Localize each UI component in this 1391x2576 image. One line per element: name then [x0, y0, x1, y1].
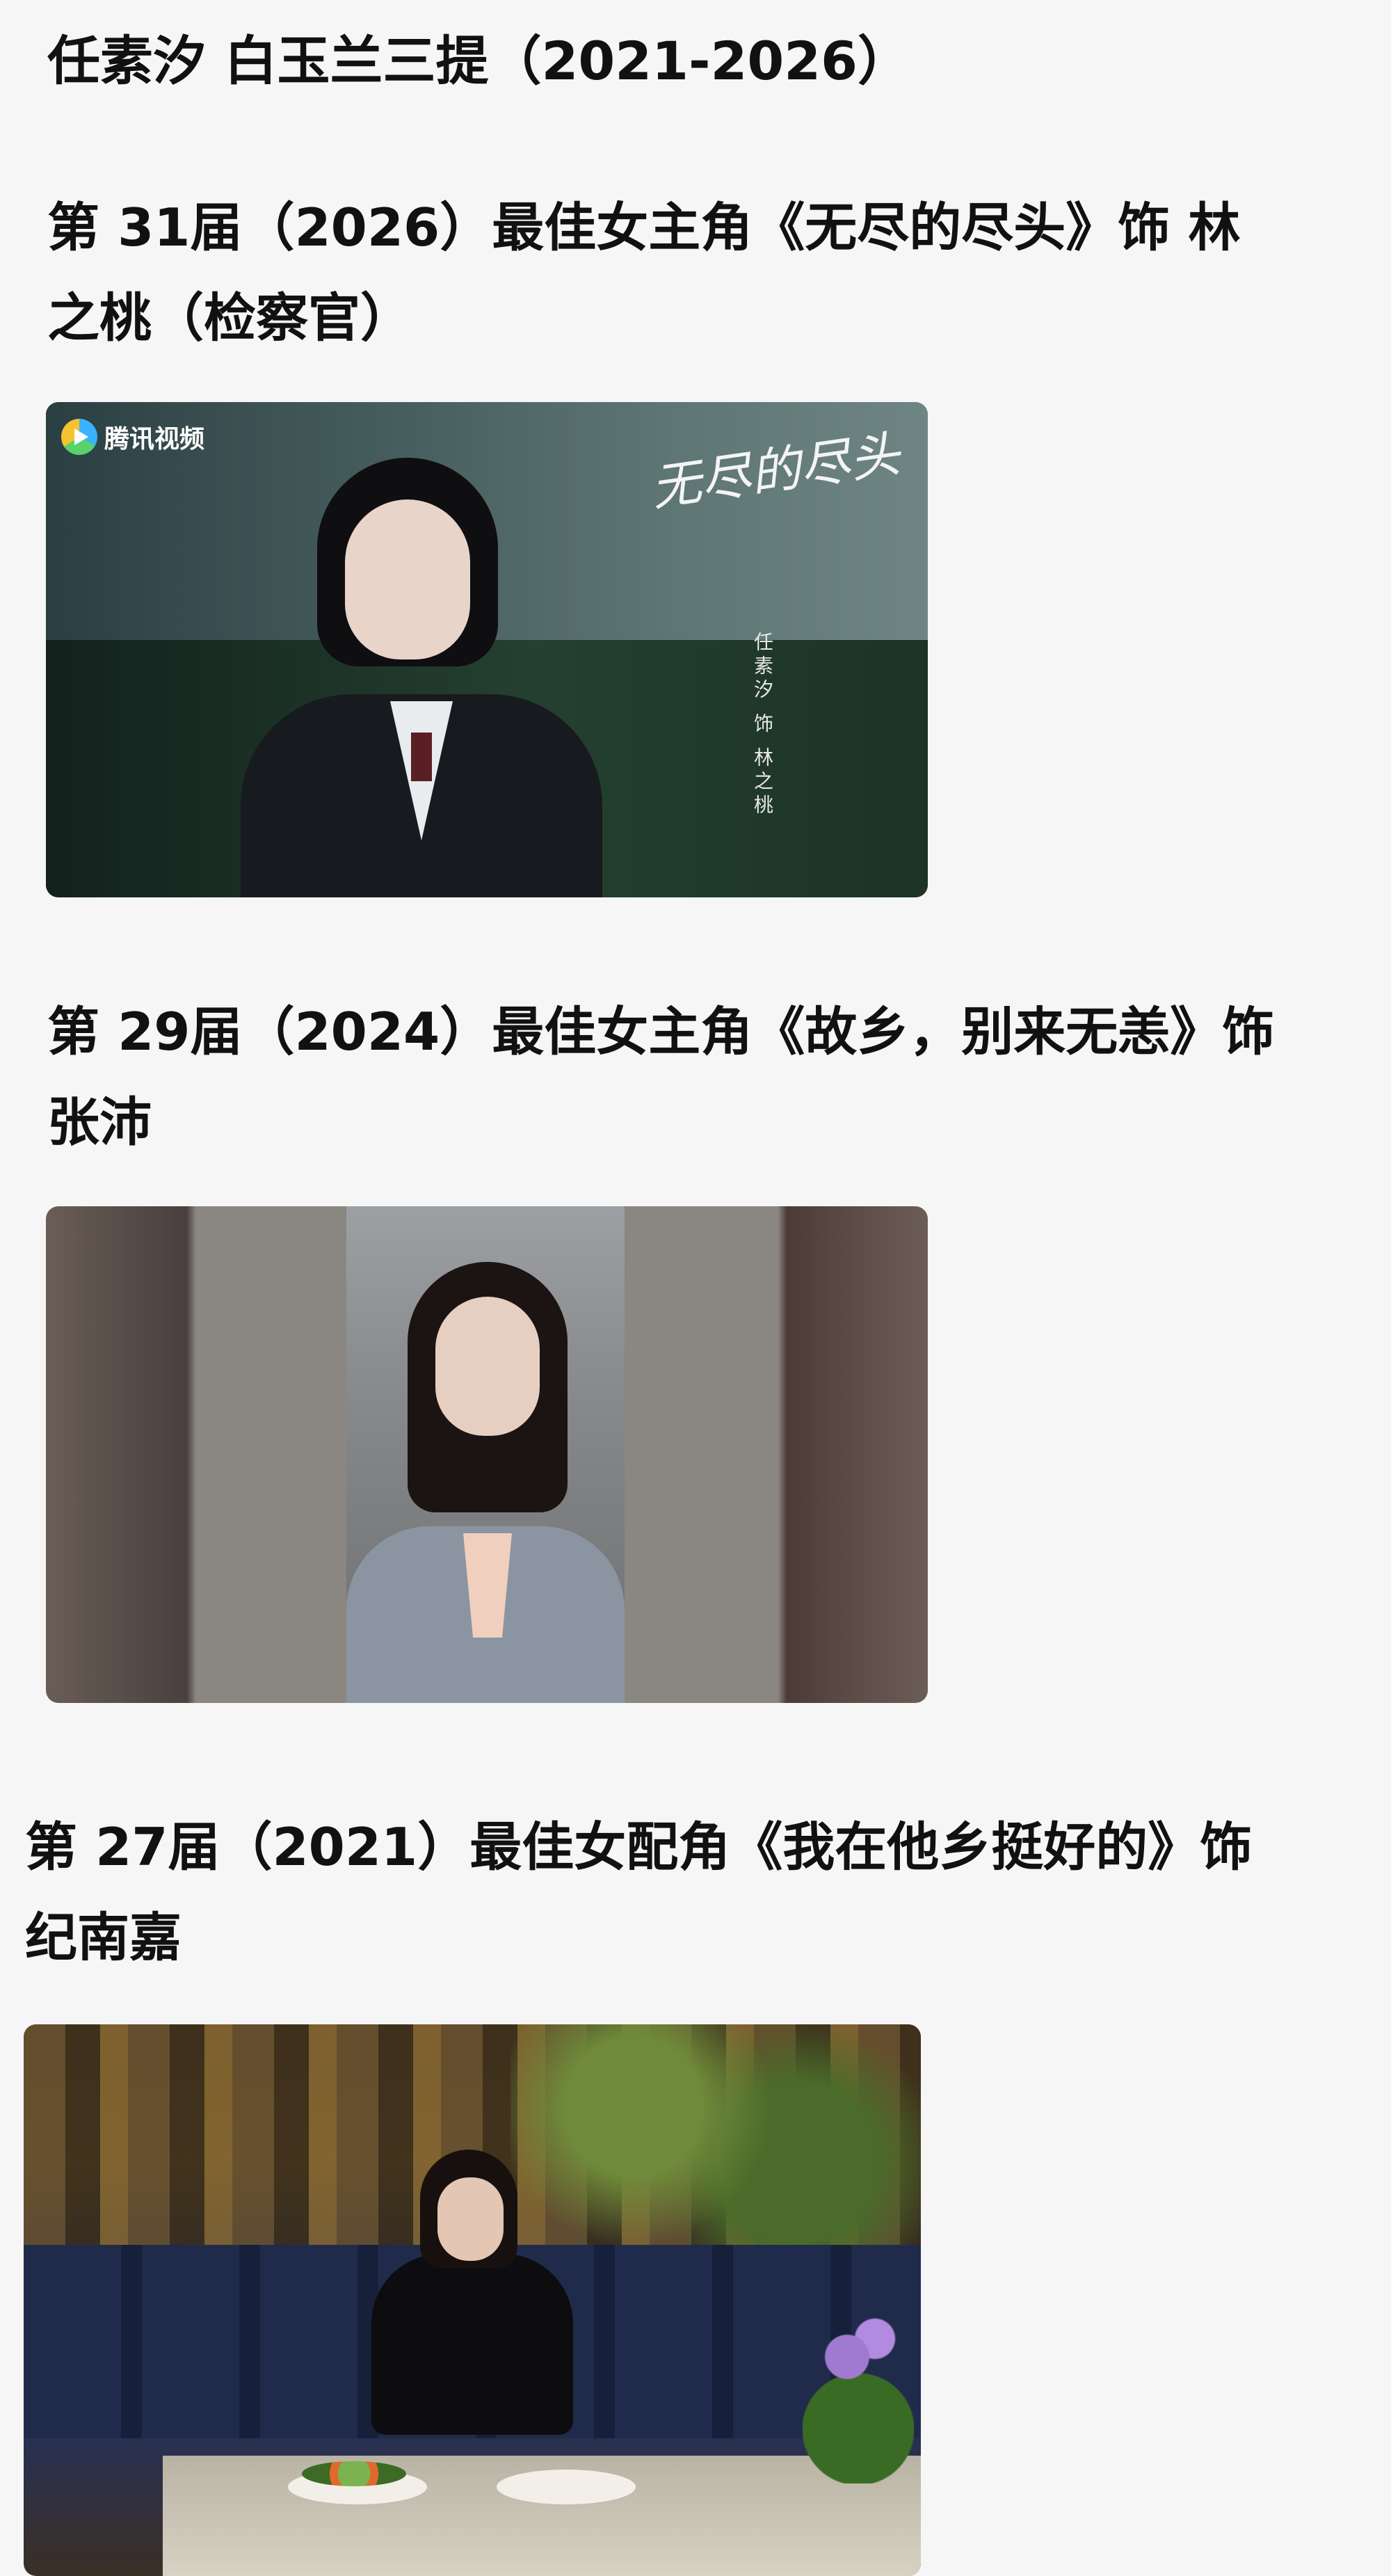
post-title: 任素汐 白玉兰三提（2021-2026）: [47, 30, 911, 92]
still-image-endless-end[interactable]: 腾讯视频 无尽的尽头 任素汐 饰 林之桃: [46, 402, 928, 897]
award-heading-2024: 第 29届（2024）最佳女主角《故乡，别来无恙》饰 张沛: [47, 986, 1274, 1167]
logo-text: 腾讯视频: [104, 425, 205, 454]
award-heading-2021: 第 27届（2021）最佳女配角《我在他乡挺好的》饰 纪南嘉: [25, 1802, 1252, 1983]
cast-credit: 任素汐 饰 林之桃: [751, 632, 774, 818]
face: [435, 1297, 540, 1436]
face: [345, 499, 470, 659]
award-heading-line: 张沛: [47, 1091, 152, 1153]
play-icon: [61, 419, 97, 455]
still-image-restaurant[interactable]: [24, 2024, 921, 2576]
tie: [411, 733, 432, 781]
actress-figure: [241, 458, 602, 897]
plate: [497, 2470, 636, 2504]
salad-dish: [302, 2461, 406, 2486]
face: [437, 2177, 504, 2261]
tencent-video-logo: 腾讯视频: [61, 419, 204, 455]
award-heading-2026: 第 31届（2026）最佳女主角《无尽的尽头》饰 林 之桃（检察官）: [47, 182, 1240, 363]
still-image-hometown[interactable]: [46, 1206, 928, 1703]
award-heading-line: 第 27届（2021）最佳女配角《我在他乡挺好的》饰: [25, 1816, 1253, 1878]
award-heading-line: 之桃（检察官）: [47, 287, 413, 349]
award-heading-line: 第 29届（2024）最佳女主角《故乡，别来无恙》饰: [47, 1001, 1275, 1062]
award-heading-line: 第 31届（2026）最佳女主角《无尽的尽头》饰 林: [47, 197, 1241, 258]
black-shirt: [371, 2254, 573, 2435]
award-heading-line: 纪南嘉: [25, 1907, 182, 1968]
flower-vase: [803, 2303, 914, 2483]
